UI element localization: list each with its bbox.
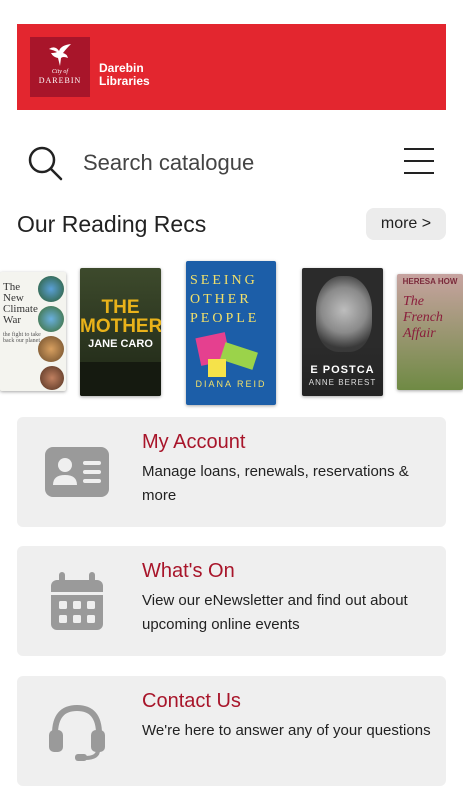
card-title: Contact Us [142,690,241,712]
book-carousel: The New Climate War the fight to take ba… [0,258,463,408]
book-cover-5[interactable]: HERESA HOW The French Affair [397,274,463,390]
logo-city-text: City of [51,69,69,75]
book-4-title: E POSTCA [310,364,375,376]
section-title: Our Reading Recs [17,211,207,237]
book-1-subtitle: the fight to take back our planet [3,332,41,344]
book-3-title: SEEING OTHER PEOPLE [190,273,260,326]
brand-line-2: Libraries [99,74,150,88]
hamburger-menu-icon[interactable] [404,148,434,174]
book-3-author: DIANA REID [195,379,267,389]
calendar-icon [51,572,103,630]
book-4-author: ANNE BEREST [308,378,377,387]
search-input[interactable] [83,146,363,180]
logo-darebin-text: DAREBIN [38,76,82,85]
book-1-title-line: War [3,314,22,326]
brand-name: Darebin Libraries [99,62,150,88]
card-description: Manage loans, renewals, reservations & m… [142,463,409,504]
card-description: View our eNewsletter and find out about … [142,592,408,633]
card-description: We're here to answer any of your questio… [142,722,431,739]
book-2-author: JANE CARO [88,338,153,350]
my-account-card[interactable]: My Account Manage loans, renewals, reser… [17,417,446,527]
card-title: My Account [142,431,246,453]
book-2-title: THE MOTHER [80,297,161,337]
headset-icon [49,704,105,761]
contact-us-card[interactable]: Contact Us We're here to answer any of y… [17,676,446,786]
whats-on-card[interactable]: What's On View our eNewsletter and find … [17,546,446,656]
book-cover-2[interactable]: THE MOTHER JANE CARO [80,268,161,396]
more-button[interactable]: more > [366,208,446,240]
book-cover-4[interactable]: E POSTCA ANNE BEREST [302,268,383,396]
book-5-author: HERESA HOW [402,277,458,286]
bird-logo-icon [49,44,71,66]
search-icon[interactable] [27,145,63,181]
book-cover-3[interactable]: SEEING OTHER PEOPLE DIANA REID [186,261,276,405]
id-card-icon [45,447,109,497]
book-cover-1[interactable]: The New Climate War the fight to take ba… [0,272,66,391]
book-5-title: The French Affair [403,294,443,341]
darebin-logo[interactable]: City of DAREBIN [30,37,90,97]
header-banner: City of DAREBIN Darebin Libraries [17,24,446,110]
card-title: What's On [142,560,235,582]
search-bar [17,140,446,186]
